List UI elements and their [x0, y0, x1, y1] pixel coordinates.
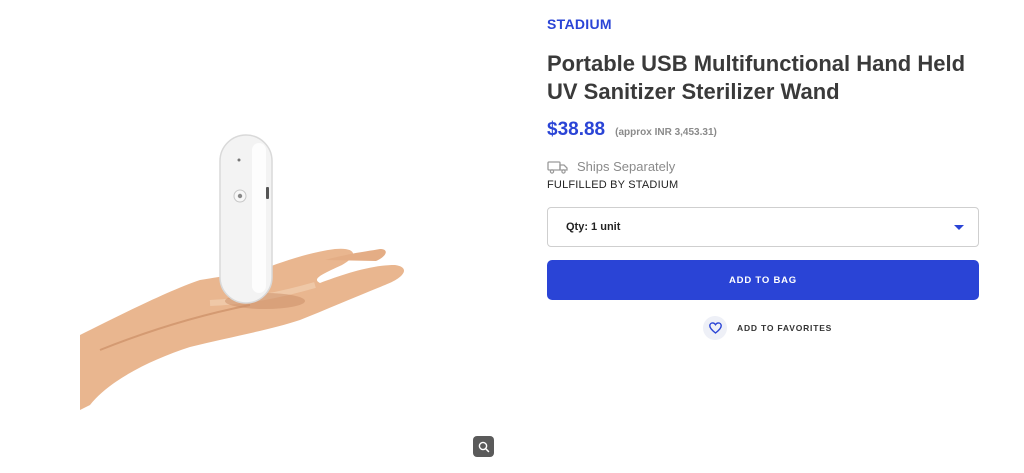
zoom-button[interactable]	[473, 436, 494, 457]
ships-separately-text: Ships Separately	[577, 159, 676, 174]
truck-icon	[547, 160, 568, 174]
product-image-area	[0, 0, 530, 473]
heart-icon-wrapper	[703, 316, 727, 340]
approx-price: (approx INR 3,453.31)	[615, 127, 717, 138]
add-to-favorites-label: ADD TO FAVORITES	[737, 323, 833, 333]
product-image[interactable]	[80, 125, 410, 410]
product-title: Portable USB Multifunctional Hand Held U…	[547, 51, 966, 104]
shipping-info: Ships Separately	[547, 159, 675, 174]
brand-link[interactable]: STADIUM	[547, 16, 612, 32]
search-icon	[478, 441, 489, 452]
price-row: $38.88 (approx INR 3,453.31)	[547, 119, 717, 141]
fulfilled-by-text: FULFILLED BY STADIUM	[547, 179, 679, 191]
caret-down-icon	[954, 224, 964, 230]
product-price: $38.88	[547, 119, 606, 140]
heart-icon	[708, 322, 722, 334]
quantity-value: Qty: 1 unit	[566, 221, 621, 233]
add-to-favorites-button[interactable]: ADD TO FAVORITES	[703, 316, 832, 340]
quantity-select[interactable]: Qty: 1 unit	[547, 207, 979, 247]
add-to-bag-button[interactable]: ADD TO BAG	[547, 260, 979, 300]
